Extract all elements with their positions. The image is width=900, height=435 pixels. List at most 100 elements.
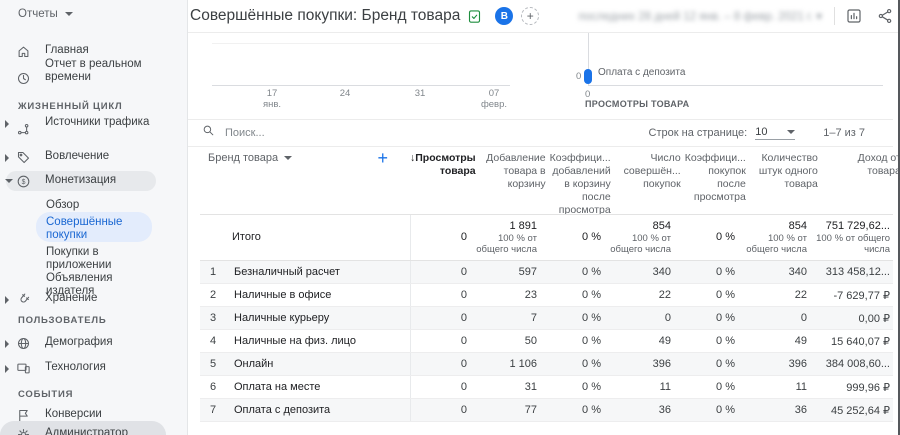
- cell: 0 %: [716, 289, 735, 301]
- sidebar-item-label: Монетизация: [45, 174, 117, 186]
- topbar: Совершённые покупки: Бренд товара B + по…: [188, 0, 900, 33]
- totals-label: Итого: [232, 231, 261, 243]
- table-header-row: Бренд товара + ↓Просмотры товара Добавле…: [200, 148, 900, 216]
- reports-label: Отчеты: [18, 8, 58, 20]
- search-input[interactable]: [223, 126, 447, 140]
- cell: 22: [658, 289, 671, 301]
- sidebar-item-label: Технология: [45, 361, 106, 373]
- x-tick: 31: [414, 88, 426, 99]
- rows-per-page-select[interactable]: 10: [755, 126, 796, 140]
- cell: 45 252,64 ₽: [831, 404, 890, 417]
- chevron-right-icon: [5, 340, 9, 348]
- column-header[interactable]: Число совершён... покупок: [615, 148, 685, 214]
- cell: 77: [524, 404, 537, 416]
- traffic-sources-icon: [16, 122, 31, 137]
- pagination-range: 1–7 из 7: [823, 127, 865, 139]
- row-number: 5: [209, 358, 217, 370]
- sidebar-item-inapp-purchases[interactable]: Покупки в приложении: [46, 246, 161, 272]
- column-header[interactable]: Коэффици... покупок после просмотра: [685, 148, 750, 214]
- comparison-avatar[interactable]: B: [495, 7, 514, 25]
- dimension-selector[interactable]: Бренд товара: [208, 152, 293, 164]
- table-row[interactable]: 5 Онлайн 0 1 106 0 % 396 0 % 396 384 008,…: [200, 353, 893, 376]
- chevron-right-icon: [5, 365, 9, 373]
- home-icon: [16, 44, 31, 59]
- total-value: 0: [460, 231, 467, 243]
- cell: 340: [652, 266, 671, 278]
- cell: 15 640,07 ₽: [831, 335, 890, 348]
- cell: 396: [788, 358, 807, 370]
- x-axis-title: ПРОСМОТРЫ ТОВАРА: [585, 99, 690, 109]
- customize-report-icon[interactable]: [845, 7, 863, 25]
- section-user: ПОЛЬЗОВАТЕЛЬ: [18, 315, 107, 326]
- column-header[interactable]: Коэффици... добавлений в корзину после п…: [550, 148, 615, 216]
- sidebar-item-purchases[interactable]: Совершённые покупки: [46, 216, 161, 242]
- sidebar-item-label: Хранение: [45, 292, 98, 304]
- table-row[interactable]: 1 Безналичный расчет 0 597 0 % 340 0 % 34…: [200, 261, 893, 284]
- cell: 11: [795, 381, 807, 393]
- row-name: Оплата с депозита: [234, 404, 331, 416]
- share-icon[interactable]: [876, 7, 894, 25]
- column-header[interactable]: Количество штук одного товара: [750, 148, 822, 214]
- clock-icon: [16, 71, 31, 86]
- cell: 49: [658, 335, 671, 347]
- total-value: 854: [788, 220, 807, 232]
- row-name: Наличные в офисе: [234, 289, 332, 301]
- scatter-chart: 0 Оплата с депозита 0 ПРОСМОТРЫ ТОВАРА: [576, 33, 895, 118]
- section-lifecycle: ЖИЗНЕННЫЙ ЦИКЛ: [18, 101, 123, 112]
- row-number: 1: [209, 266, 217, 278]
- row-number: 7: [209, 404, 217, 416]
- rows-per-page-value: 10: [755, 126, 768, 138]
- total-value: 1 891: [509, 220, 537, 232]
- column-header[interactable]: Добавление товара в корзину: [480, 148, 550, 214]
- date-range-picker[interactable]: последних 28 дней 12 янв. – 8 февр. 2021…: [579, 9, 822, 23]
- table-row[interactable]: 2 Наличные в офисе 0 23 0 % 22 0 % 22 -7 …: [200, 284, 893, 307]
- cell: 7: [530, 312, 537, 324]
- x-tick: 17 янв.: [262, 88, 282, 110]
- sidebar-item-overview[interactable]: Обзор: [46, 199, 79, 212]
- x-tick: 24: [339, 88, 351, 99]
- cell: 0: [460, 358, 467, 370]
- cell: 340: [788, 266, 807, 278]
- column-header[interactable]: Доход от товара: [822, 148, 900, 214]
- cell: 22: [794, 289, 807, 301]
- cell: 0,00 ₽: [858, 312, 890, 325]
- cell: 36: [794, 404, 807, 416]
- cell: 0 %: [716, 358, 735, 370]
- section-events: СОБЫТИЯ: [18, 389, 74, 400]
- scatter-point[interactable]: [584, 69, 592, 84]
- cell: 31: [524, 381, 537, 393]
- cell: 0 %: [716, 381, 735, 393]
- page-title: Совершённые покупки: Бренд товара: [190, 7, 461, 24]
- cell: 999,96 ₽: [846, 381, 890, 394]
- cell: 0: [460, 312, 467, 324]
- cell: 0: [460, 335, 467, 347]
- chevron-down-icon: [64, 12, 73, 16]
- chevron-down-icon: [787, 130, 796, 134]
- chevron-right-icon: [5, 296, 9, 304]
- timeseries-chart: 17 янв. 24 31 07 февр.: [210, 33, 510, 118]
- table-toolbar: Строк на странице: 10 1–7 из 7: [188, 119, 893, 147]
- chevron-right-icon: [5, 120, 9, 128]
- chevron-down-icon: [284, 156, 293, 160]
- reports-menu[interactable]: Отчеты: [18, 8, 73, 20]
- cell: 313 458,12...: [825, 266, 890, 278]
- x-axis: [588, 85, 883, 86]
- cell: 1 106: [509, 358, 537, 370]
- row-number: 2: [209, 289, 217, 301]
- row-name: Оплата на месте: [234, 381, 321, 393]
- magnet-icon: [16, 292, 31, 307]
- table-row[interactable]: 6 Оплата на месте 0 31 0 % 11 0 % 11 999,…: [200, 376, 893, 399]
- sidebar-item-label: Администратор: [45, 427, 128, 435]
- table-row[interactable]: 3 Наличные курьеру 0 7 0 % 0 0 % 0 0,00 ₽: [200, 307, 893, 330]
- column-header-sorted[interactable]: ↓Просмотры товара: [410, 148, 480, 214]
- table-row[interactable]: 4 Наличные на физ. лицо 0 50 0 % 49 0 % 4…: [200, 330, 893, 353]
- cell: 0: [664, 312, 671, 324]
- gear-icon: [16, 427, 31, 435]
- add-column-button[interactable]: +: [377, 148, 388, 169]
- x-axis: [212, 85, 510, 86]
- chevron-right-icon: [5, 154, 9, 162]
- table-row[interactable]: 7 Оплата с депозита 0 77 0 % 36 0 % 36 45…: [200, 399, 893, 422]
- globe-icon: [16, 336, 31, 351]
- cell: 0: [800, 312, 807, 324]
- add-comparison-button[interactable]: +: [521, 7, 540, 25]
